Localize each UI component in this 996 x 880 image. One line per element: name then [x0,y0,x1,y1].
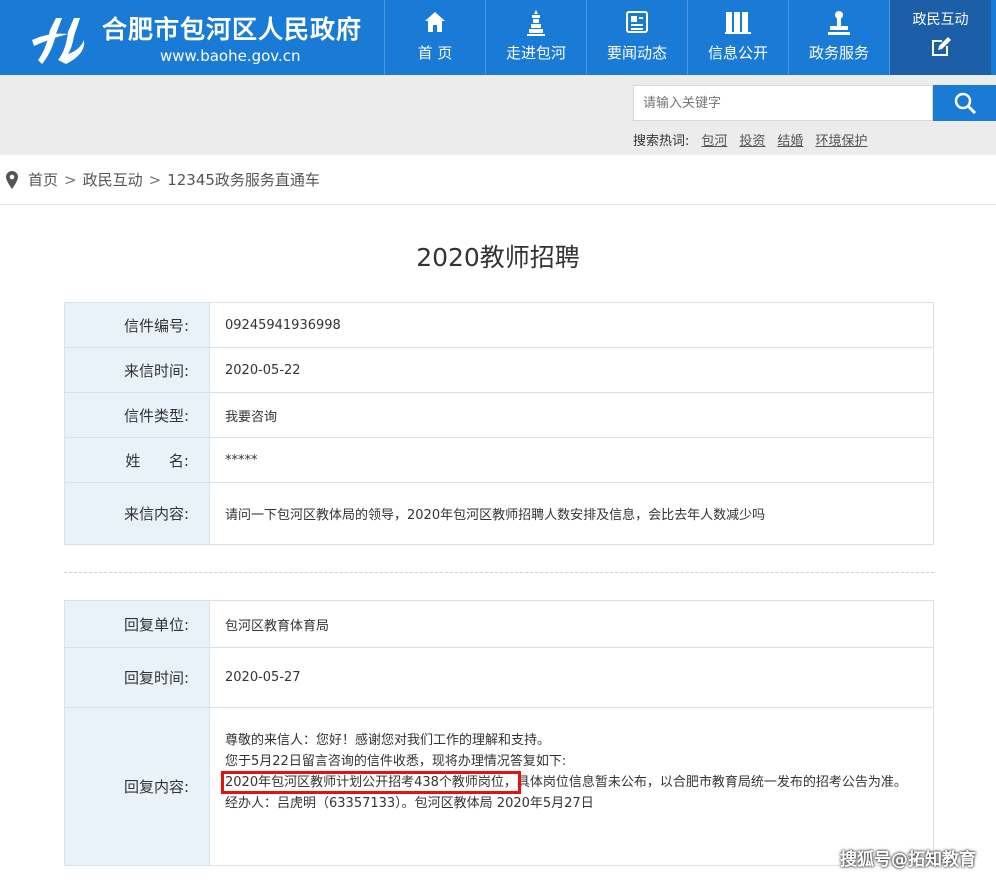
nav-item-home[interactable]: 首 页 [384,0,485,75]
breadcrumb: 首页 > 政民互动 > 12345政务服务直通车 [0,155,996,205]
location-pin-icon [6,170,18,189]
breadcrumb-separator: > [148,170,162,189]
breadcrumb-interaction[interactable]: 政民互动 [83,169,143,190]
site-url[interactable]: www.baohe.gov.cn [160,47,301,65]
tower-icon [486,10,586,36]
search-input[interactable] [633,85,933,121]
search-button[interactable] [933,85,996,121]
table-row: 来信内容: 请问一下包河区教体局的领导，2020年包河区教师招聘人数安排及信息，… [65,483,933,544]
page-title: 2020教师招聘 [416,243,580,272]
hot-word-link[interactable]: 投资 [739,130,765,149]
breadcrumb-home[interactable]: 首页 [28,169,58,190]
table-row: 回复时间: 2020-05-27 [65,648,933,708]
search-band: 搜索热词: 包河 投资 结婚 环境保护 [0,75,996,155]
nav-label: 首 页 [417,44,453,62]
row-label: 信件类型: [65,393,210,437]
table-row: 回复单位: 包河区教育体育局 [65,601,933,648]
table-row: 姓 名: ***** [65,438,933,483]
main-nav: 首 页 走进包河 要闻动态 信息公开 政务服务 政民互动 [384,0,991,75]
news-icon [587,10,687,36]
nav-item-info[interactable]: 信息公开 [687,0,788,75]
reply-line: 2020年包河区教师计划公开招考438个教师岗位，具体岗位信息暂未公布，以合肥市… [221,771,915,794]
table-row: 回复内容: 尊敬的来信人：您好！感谢您对我们工作的理解和支持。 您于5月22日留… [65,708,933,865]
reply-table: 回复单位: 包河区教育体育局 回复时间: 2020-05-27 回复内容: 尊敬… [64,600,934,866]
table-row: 来信时间: 2020-05-22 [65,348,933,393]
hot-words-label: 搜索热词: [633,134,690,149]
nav-label: 政民互动 [912,12,969,28]
row-label: 回复单位: [65,601,210,647]
logo-icon[interactable] [28,10,92,66]
row-label: 回复时间: [65,648,210,707]
reply-time: 2020-05-27 [225,670,301,685]
reply-content: 尊敬的来信人：您好！感谢您对我们工作的理解和支持。 您于5月22日留言咨询的信件… [210,708,933,865]
table-row: 信件编号: 09245941936998 [65,303,933,348]
reply-unit: 包河区教育体育局 [225,618,330,634]
row-value: 请问一下包河区教体局的领导，2020年包河区教师招聘人数安排及信息，会比去年人数… [225,508,766,523]
search-icon [954,92,976,115]
reply-line: 经办人：吕虎明（63357133）。包河区教体局 2020年5月27日 [225,796,594,811]
hot-words: 搜索热词: 包河 投资 结婚 环境保护 [633,130,867,149]
watermark: 搜狐号@拓知教育 [840,850,976,870]
site-title[interactable]: 合肥市包河区人民政府 [102,10,362,46]
section-divider [64,572,934,573]
nav-label: 政务服务 [808,44,869,62]
row-label: 信件编号: [65,303,210,347]
reply-line: 尊敬的来信人：您好！感谢您对我们工作的理解和支持。 [225,733,551,748]
letter-table: 信件编号: 09245941936998 来信时间: 2020-05-22 信件… [64,302,934,545]
nav-label: 信息公开 [707,44,768,62]
table-row: 信件类型: 我要咨询 [65,393,933,438]
hot-word-link[interactable]: 包河 [701,130,727,149]
nav-item-services[interactable]: 政务服务 [788,0,889,75]
edit-icon [890,36,991,58]
site-header: 合肥市包河区人民政府 www.baohe.gov.cn 首 页 走进包河 要闻动… [0,0,996,75]
row-label: 来信内容: [65,483,210,544]
reply-line: 您于5月22日留言咨询的信件收悉，现将办理情况答复如下: [225,754,567,769]
nav-item-news[interactable]: 要闻动态 [586,0,687,75]
row-value: 09245941936998 [225,317,341,333]
breadcrumb-separator: > [64,170,77,189]
row-label: 姓 名: [65,438,210,482]
row-value: 我要咨询 [225,409,278,425]
highlighted-text: 2020年包河区教师计划公开招考438个教师岗位， [221,771,521,794]
row-value: ***** [225,452,258,468]
nav-item-interaction[interactable]: 政民互动 [889,0,991,75]
home-icon [385,10,485,36]
hot-word-link[interactable]: 结婚 [777,130,803,149]
hot-word-link[interactable]: 环境保护 [815,130,867,149]
breadcrumb-current[interactable]: 12345政务服务直通车 [167,169,320,190]
nav-label: 要闻动态 [606,44,667,62]
books-icon [688,10,788,36]
row-label: 回复内容: [65,708,210,865]
nav-item-about[interactable]: 走进包河 [485,0,586,75]
row-value: 2020-05-22 [225,362,301,378]
nav-label: 走进包河 [505,44,566,62]
row-label: 来信时间: [65,348,210,392]
stamp-icon [789,10,889,36]
reply-text: 具体岗位信息暂未公布，以合肥市教育局统一发布的招考公告为准。 [516,775,907,790]
